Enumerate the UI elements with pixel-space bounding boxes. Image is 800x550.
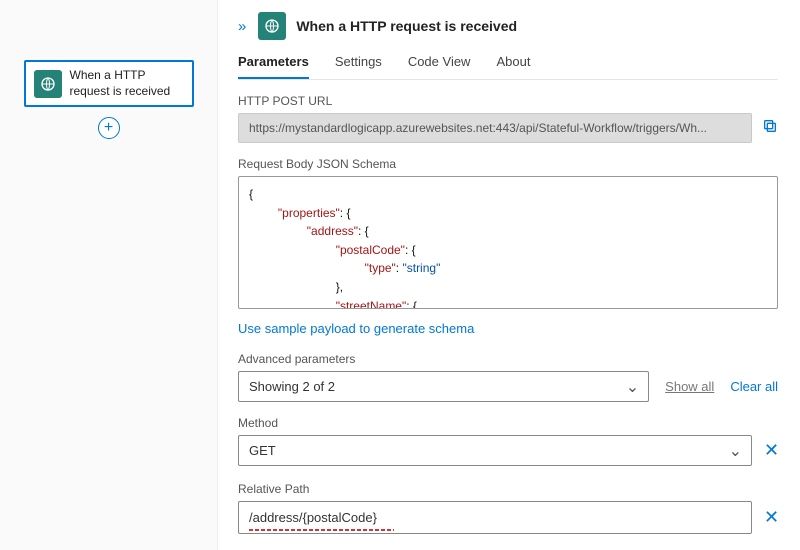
collapse-panel-icon[interactable]: »: [238, 18, 248, 35]
sample-payload-link[interactable]: Use sample payload to generate schema: [238, 321, 778, 336]
panel-tabs: Parameters Settings Code View About: [238, 54, 778, 80]
remove-relpath-button[interactable]: ✕: [764, 507, 778, 528]
show-all-link[interactable]: Show all: [665, 379, 714, 394]
trigger-node-label: When a HTTP request is received: [70, 68, 184, 99]
http-trigger-icon: [34, 70, 62, 98]
add-step-button[interactable]: +: [98, 117, 120, 139]
schema-editor[interactable]: { "properties": { "address": { "postalCo…: [238, 176, 778, 309]
relative-path-input[interactable]: [238, 501, 752, 534]
advanced-params-select[interactable]: Showing 2 of 2: [238, 371, 649, 402]
workflow-canvas: When a HTTP request is received +: [0, 0, 218, 550]
schema-label: Request Body JSON Schema: [238, 157, 778, 171]
http-url-value[interactable]: https://mystandardlogicapp.azurewebsites…: [238, 113, 752, 143]
trigger-node-http-request[interactable]: When a HTTP request is received: [24, 60, 194, 107]
tab-about[interactable]: About: [496, 54, 530, 79]
panel-title: When a HTTP request is received: [296, 18, 517, 34]
clear-all-link[interactable]: Clear all: [730, 379, 778, 394]
http-url-label: HTTP POST URL: [238, 94, 778, 108]
tab-parameters[interactable]: Parameters: [238, 54, 309, 79]
tab-settings[interactable]: Settings: [335, 54, 382, 79]
details-panel: » When a HTTP request is received Parame…: [218, 0, 800, 550]
http-trigger-icon: [258, 12, 286, 40]
method-label: Method: [238, 416, 778, 430]
relative-path-label: Relative Path: [238, 482, 778, 496]
method-select[interactable]: GET: [238, 435, 752, 466]
remove-method-button[interactable]: ✕: [764, 440, 778, 461]
tab-code-view[interactable]: Code View: [408, 54, 471, 79]
advanced-params-label: Advanced parameters: [238, 352, 778, 366]
copy-url-icon[interactable]: [762, 118, 778, 138]
